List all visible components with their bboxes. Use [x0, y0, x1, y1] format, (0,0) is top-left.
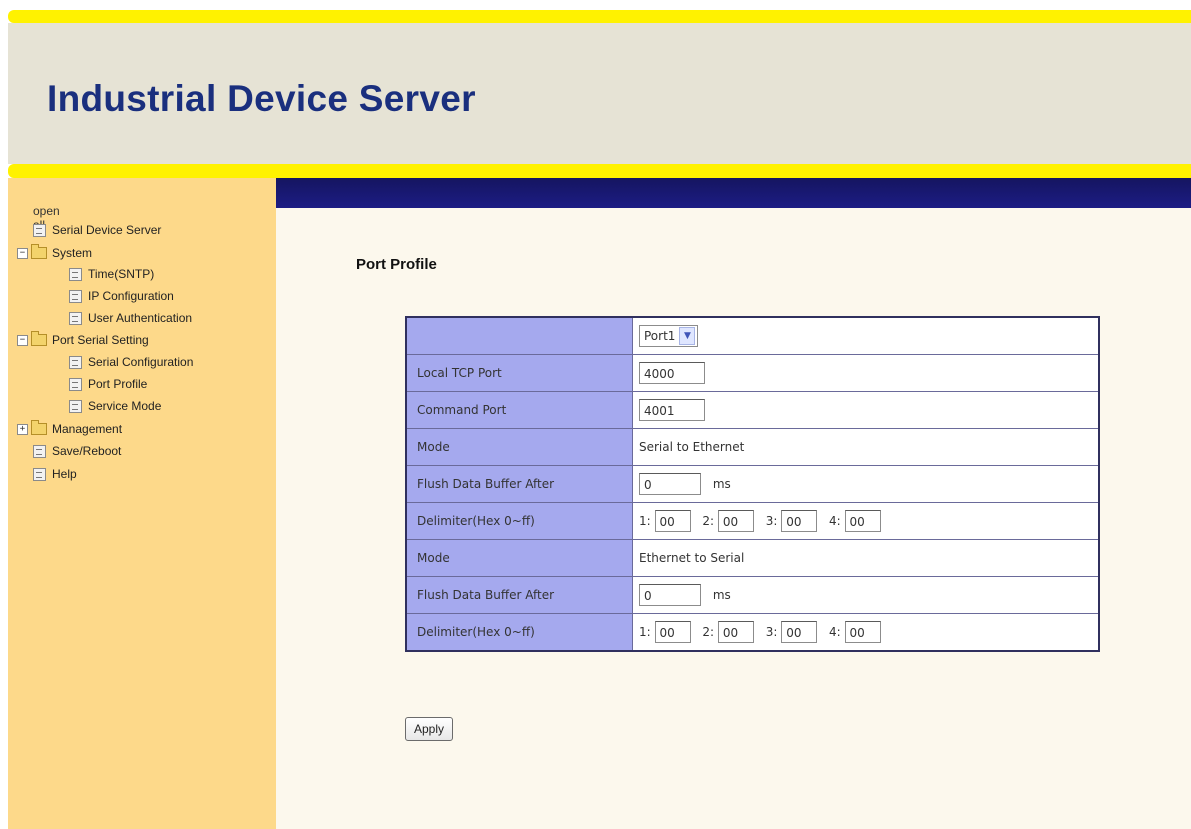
sidebar-item-management[interactable]: + Management — [17, 420, 123, 436]
flush-buffer-label: Flush Data Buffer After — [405, 465, 633, 503]
app-title: Industrial Device Server — [47, 78, 476, 119]
sidebar-item-save-reboot[interactable]: Save/Reboot — [33, 444, 121, 458]
delimiter-4-input[interactable]: 00 — [844, 510, 881, 532]
table-row: Mode Ethernet to Serial — [405, 539, 1100, 577]
delimiter-label: Delimiter(Hex 0~ff) — [405, 502, 633, 540]
delimiter-2-input[interactable]: 00 — [717, 621, 754, 643]
sidebar-item-user-authentication[interactable]: User Authentication — [69, 311, 192, 325]
page-title: Port Profile — [356, 256, 437, 273]
expand-icon[interactable]: + — [17, 423, 28, 435]
mode-value: Serial to Ethernet — [632, 428, 1100, 466]
delimiter-index-label: 1: — [639, 625, 651, 639]
folder-icon — [31, 331, 47, 346]
apply-button[interactable]: Apply — [405, 717, 454, 741]
table-row: Flush Data Buffer After 0 ms — [405, 576, 1100, 614]
delimiter-label: Delimiter(Hex 0~ff) — [405, 613, 633, 652]
sidebar-item-system[interactable]: − System — [17, 244, 93, 260]
delimiter-index-label: 3: — [765, 625, 778, 639]
folder-icon — [31, 244, 47, 259]
folder-icon — [31, 420, 47, 435]
value-cell: 0 ms — [632, 465, 1100, 503]
sidebar-item-label: Save/Reboot — [52, 444, 122, 458]
delimiter-1-input[interactable]: 00 — [654, 621, 691, 643]
port-profile-table: Port1 ▼ Local TCP Port 4000 Command Port… — [405, 316, 1100, 652]
collapse-icon[interactable]: − — [17, 247, 28, 259]
mode-value: Ethernet to Serial — [632, 539, 1100, 577]
flush-buffer-label: Flush Data Buffer After — [405, 576, 633, 614]
page-icon — [69, 377, 82, 391]
empty-label-cell — [405, 316, 633, 355]
page-icon — [69, 289, 82, 303]
sidebar-item-label: Serial Configuration — [88, 355, 194, 369]
sidebar-item-label: Time(SNTP) — [88, 267, 155, 281]
sidebar-item-serial-configuration[interactable]: Serial Configuration — [69, 355, 193, 369]
sidebar-item-ip-configuration[interactable]: IP Configuration — [69, 289, 174, 303]
flush-buffer-input[interactable]: 0 — [639, 584, 701, 606]
sidebar-item-label: System — [52, 246, 93, 260]
sidebar-item-serial-device-server[interactable]: Serial Device Server — [33, 223, 161, 237]
delimiter-index-label: 1: — [639, 514, 651, 528]
delimiter-2-input[interactable]: 00 — [717, 510, 754, 532]
table-row: Port1 ▼ — [405, 316, 1100, 355]
sidebar-item-label: Management — [52, 422, 123, 436]
mode-label: Mode — [405, 428, 633, 466]
table-row: Flush Data Buffer After 0 ms — [405, 465, 1100, 503]
page-icon — [69, 399, 82, 413]
flush-buffer-input[interactable]: 0 — [639, 473, 701, 495]
sidebar-item-label: Port Profile — [88, 377, 148, 391]
value-cell: 1: 00 2: 00 3: 00 4: 00 — [632, 502, 1100, 540]
ms-unit-label: ms — [712, 588, 731, 602]
top-nav-bar — [276, 178, 1191, 208]
table-row: Mode Serial to Ethernet — [405, 428, 1100, 466]
command-port-label: Command Port — [405, 391, 633, 429]
page-icon — [33, 223, 46, 237]
sidebar-item-label: Port Serial Setting — [52, 333, 149, 347]
sidebar-item-help[interactable]: Help — [33, 467, 77, 481]
sidebar-item-time-sntp[interactable]: Time(SNTP) — [69, 267, 154, 281]
sidebar-item-label: Service Mode — [88, 399, 162, 413]
sidebar-item-label: User Authentication — [88, 311, 193, 325]
collapse-icon[interactable]: − — [17, 334, 28, 346]
value-cell: 0 ms — [632, 576, 1100, 614]
delimiter-1-input[interactable]: 00 — [654, 510, 691, 532]
top-accent-band — [8, 10, 1191, 23]
sidebar-item-port-serial-setting[interactable]: − Port Serial Setting — [17, 331, 149, 347]
sidebar-item-label: Help — [52, 467, 77, 481]
sidebar-item-port-profile[interactable]: Port Profile — [69, 377, 147, 391]
table-row: Delimiter(Hex 0~ff) 1: 00 2: 00 3: 00 4:… — [405, 502, 1100, 540]
value-cell: 4001 — [632, 391, 1100, 429]
ms-unit-label: ms — [712, 477, 731, 491]
value-cell: 4000 — [632, 354, 1100, 392]
port-select-value: Port1 — [644, 329, 676, 343]
value-cell: 1: 00 2: 00 3: 00 4: 00 — [632, 613, 1100, 652]
delimiter-index-label: 3: — [765, 514, 778, 528]
local-tcp-port-label: Local TCP Port — [405, 354, 633, 392]
value-cell: Port1 ▼ — [632, 316, 1100, 355]
delimiter-index-label: 2: — [702, 514, 715, 528]
page-icon — [33, 467, 46, 481]
table-row: Command Port 4001 — [405, 391, 1100, 429]
delimiter-index-label: 2: — [702, 625, 715, 639]
page-icon — [69, 311, 82, 325]
page-icon — [33, 444, 46, 458]
delimiter-3-input[interactable]: 00 — [781, 510, 818, 532]
delimiter-index-label: 4: — [829, 514, 841, 528]
chevron-down-icon[interactable]: ▼ — [679, 327, 696, 345]
delimiter-index-label: 4: — [829, 625, 841, 639]
sidebar-item-service-mode[interactable]: Service Mode — [69, 399, 161, 413]
sidebar-item-label: Serial Device Server — [52, 223, 162, 237]
page-icon — [69, 267, 82, 281]
sidebar: open all Serial Device Server − System T… — [8, 178, 276, 829]
table-row: Local TCP Port 4000 — [405, 354, 1100, 392]
table-row: Delimiter(Hex 0~ff) 1: 00 2: 00 3: 00 4:… — [405, 613, 1100, 652]
command-port-input[interactable]: 4001 — [639, 399, 705, 421]
port-select[interactable]: Port1 ▼ — [639, 325, 699, 347]
local-tcp-port-input[interactable]: 4000 — [639, 362, 705, 384]
mode-label: Mode — [405, 539, 633, 577]
sidebar-item-label: IP Configuration — [88, 289, 174, 303]
mid-accent-band — [8, 164, 1191, 178]
delimiter-4-input[interactable]: 00 — [844, 621, 881, 643]
delimiter-3-input[interactable]: 00 — [781, 621, 818, 643]
page-icon — [69, 355, 82, 369]
